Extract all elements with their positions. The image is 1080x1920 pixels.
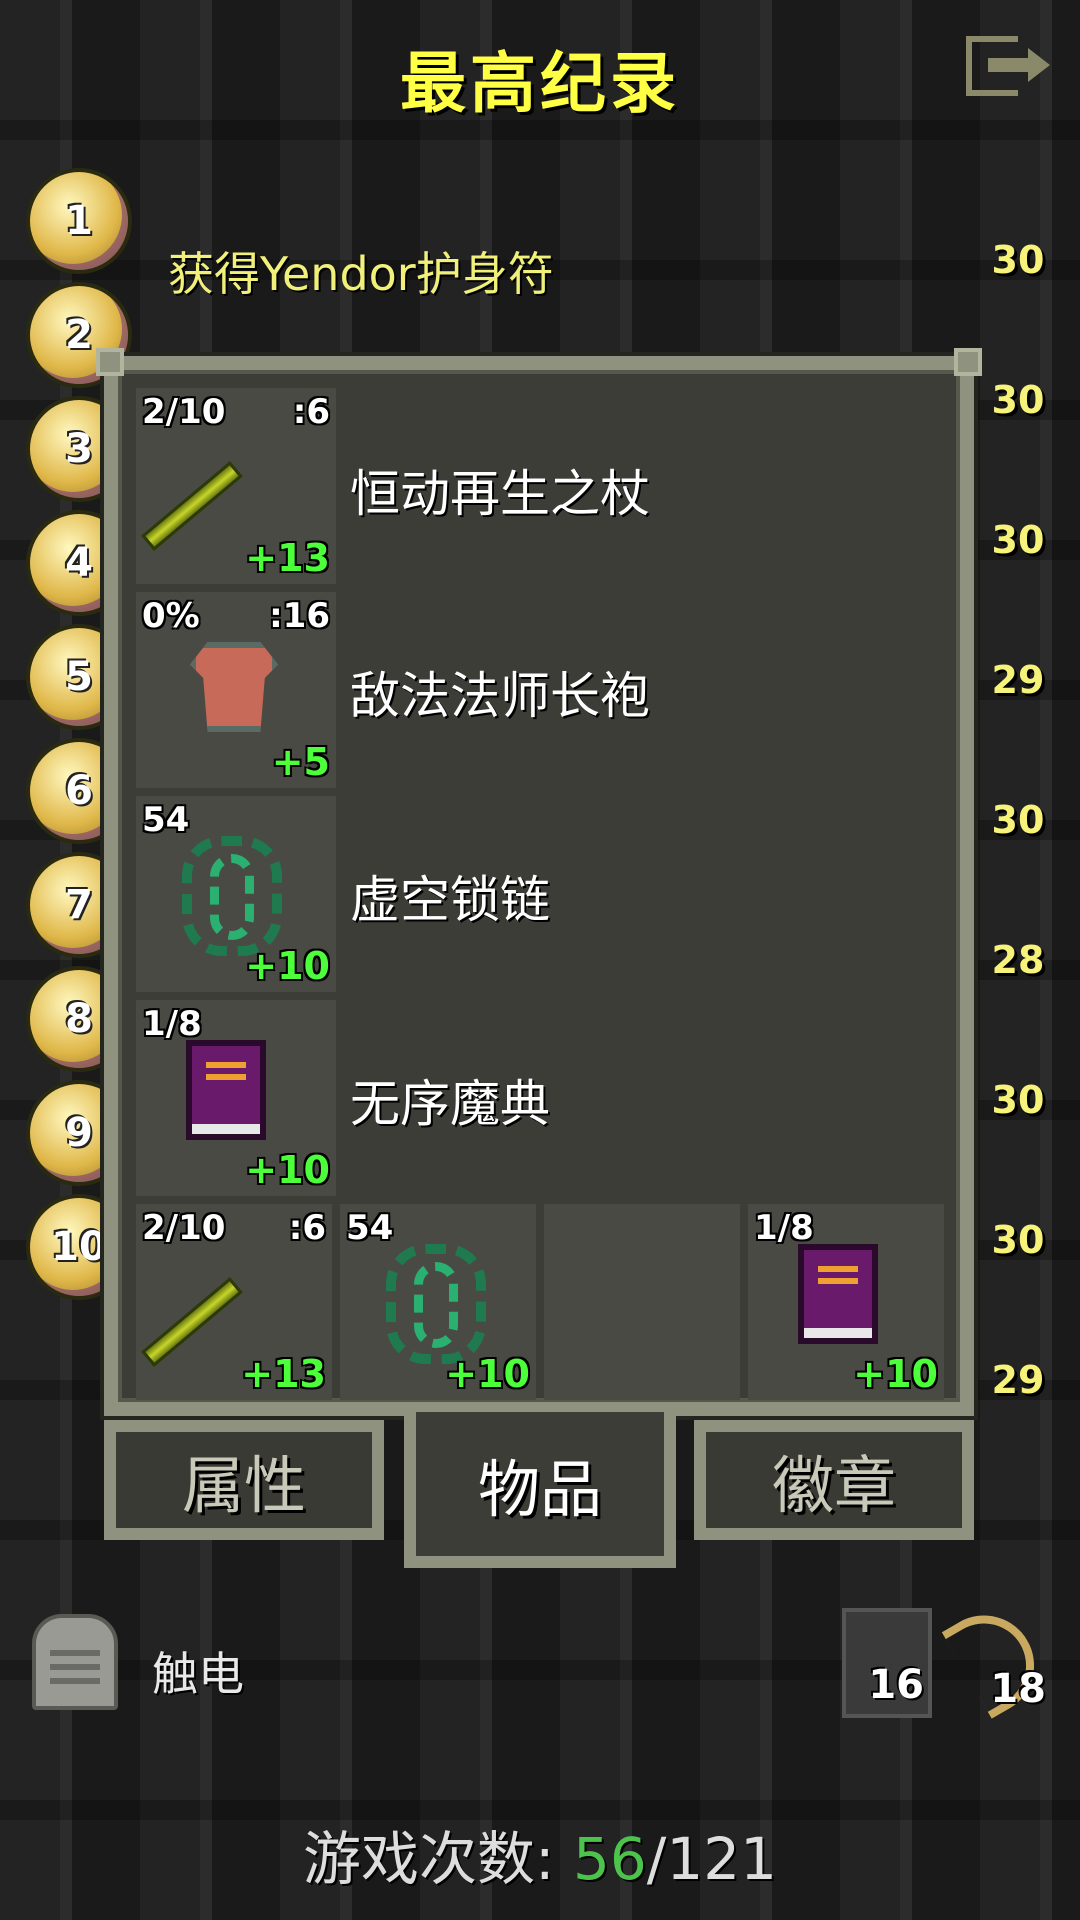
tab-items[interactable]: 物品 xyxy=(404,1412,676,1568)
games-played-counter: 游戏次数: 56/121 xyxy=(302,1825,778,1893)
staff-icon xyxy=(141,1277,243,1367)
games-won: 56 xyxy=(572,1825,647,1893)
hero-info-dialog: 2/10 :6 +13 恒动再生之杖 0% :16 +5 敌法法师长袍 54 +… xyxy=(96,348,982,1416)
staff-icon xyxy=(141,461,243,551)
record-score-4: 29 xyxy=(991,658,1045,702)
book-icon xyxy=(186,1040,266,1140)
item-name-3[interactable]: 虚空锁链 xyxy=(350,860,550,932)
death-cause: 触电 xyxy=(152,1647,244,1701)
exit-button[interactable] xyxy=(966,36,1054,100)
record-score-6: 28 xyxy=(991,938,1045,982)
item-name-2[interactable]: 敌法法师长袍 xyxy=(350,656,650,728)
record-score-8: 30 xyxy=(991,1218,1045,1262)
quickslot-2[interactable]: 54 +10 xyxy=(340,1204,536,1400)
record-score-3: 30 xyxy=(991,518,1045,562)
item-name-4[interactable]: 无序魔典 xyxy=(350,1064,550,1136)
record-score-2: 30 xyxy=(991,378,1045,422)
chain-icon xyxy=(182,836,282,956)
book-icon xyxy=(798,1244,878,1344)
inventory-slot-4[interactable]: 1/8 +10 xyxy=(136,1000,336,1196)
record-description: 获得Yendor护身符 xyxy=(168,247,554,301)
tombstone-icon xyxy=(32,1614,118,1710)
inventory-slot-2[interactable]: 0% :16 +5 xyxy=(136,592,336,788)
record-score-7: 30 xyxy=(991,1078,1045,1122)
record-score-9: 29 xyxy=(991,1358,1045,1402)
record-score-5: 30 xyxy=(991,798,1045,842)
rank-badge-1[interactable]: 1 xyxy=(30,172,128,270)
quickslot-3[interactable] xyxy=(544,1204,740,1400)
robe-icon xyxy=(190,642,278,732)
inventory-slot-3[interactable]: 54 +10 xyxy=(136,796,336,992)
depth-indicator: 16 xyxy=(842,1608,932,1718)
inventory-slot-1[interactable]: 2/10 :6 +13 xyxy=(136,388,336,584)
games-total: 121 xyxy=(666,1825,778,1893)
quickslot-1[interactable]: 2/10 :6 +13 xyxy=(136,1204,332,1400)
item-name-1[interactable]: 恒动再生之杖 xyxy=(350,454,650,526)
page-title: 最高纪录 xyxy=(400,45,680,122)
chain-icon xyxy=(386,1244,486,1364)
record-score-1: 30 xyxy=(991,238,1045,282)
level-indicator: 18 xyxy=(941,1597,1053,1719)
tab-stats[interactable]: 属性 xyxy=(104,1420,384,1540)
tab-badges[interactable]: 徽章 xyxy=(694,1420,974,1540)
quickslot-4[interactable]: 1/8 +10 xyxy=(748,1204,944,1400)
